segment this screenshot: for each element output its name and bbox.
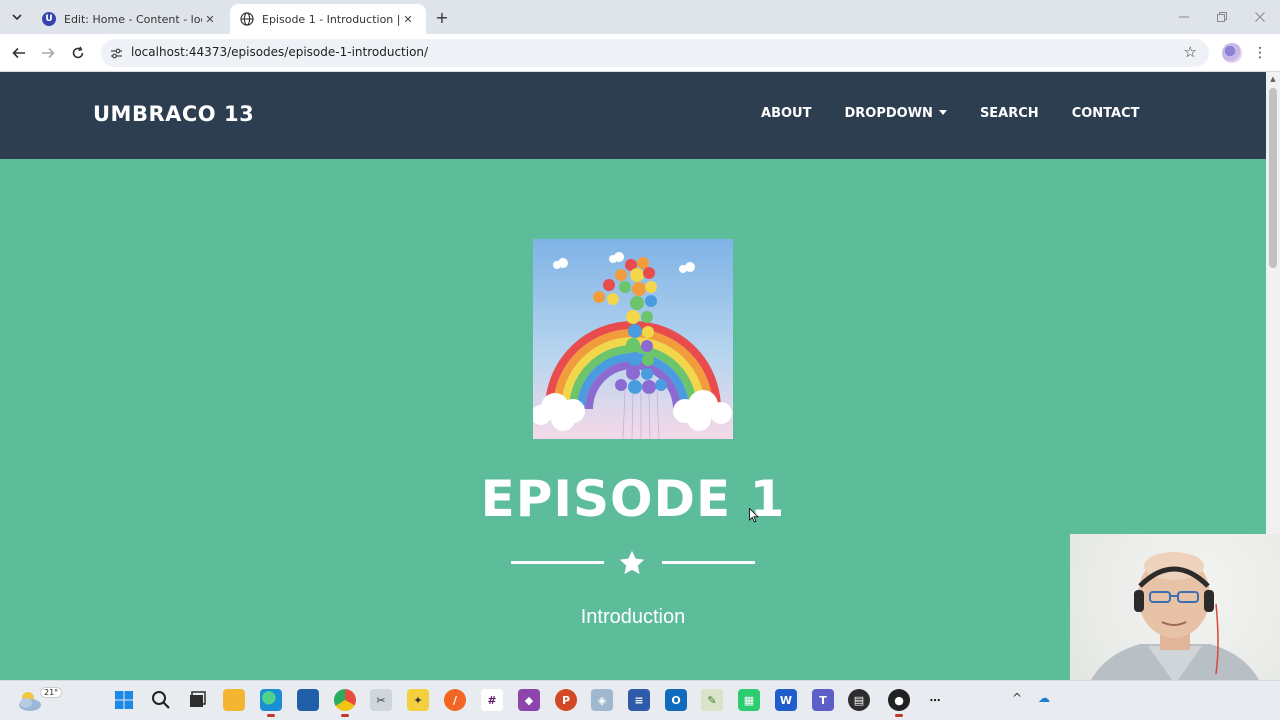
teams-icon[interactable]: T bbox=[812, 689, 834, 711]
chrome-icon[interactable] bbox=[334, 689, 356, 717]
visual-studio-icon[interactable]: ◆ bbox=[518, 689, 540, 711]
profile-avatar[interactable] bbox=[1222, 43, 1242, 63]
minimize-icon[interactable] bbox=[1174, 8, 1194, 26]
powerpoint-icon[interactable]: P bbox=[555, 689, 577, 711]
tab-title: Edit: Home - Content - localhost bbox=[64, 12, 202, 26]
windows-taskbar: 21° ✂ ✦ / # ◆ P ◈ ≡ O ✎ ▦ W T ▤ ● ⋯ ^ ☁ bbox=[0, 680, 1280, 720]
onedrive-cloud-icon[interactable]: ☁ bbox=[1038, 691, 1050, 705]
outlook-icon[interactable]: O bbox=[665, 689, 687, 711]
app-icon[interactable]: ▦ bbox=[738, 689, 760, 711]
tray-chevron-up-icon[interactable]: ^ bbox=[1012, 691, 1022, 705]
caret-down-icon bbox=[938, 110, 947, 115]
tab-title: Episode 1 - Introduction | Umbraco 13 bbox=[262, 12, 400, 26]
weather-temperature: 21° bbox=[40, 687, 63, 698]
nav-about[interactable]: ABOUT bbox=[745, 106, 828, 121]
mouse-cursor-icon bbox=[749, 508, 759, 523]
nav-dropdown[interactable]: DROPDOWN bbox=[828, 106, 963, 121]
site-info-icon[interactable] bbox=[108, 45, 124, 61]
nav-contact[interactable]: CONTACT bbox=[1055, 106, 1156, 121]
windows-start-icon[interactable] bbox=[113, 689, 135, 711]
episode-masthead-image bbox=[533, 239, 733, 439]
reload-icon[interactable] bbox=[67, 42, 89, 64]
restore-icon[interactable] bbox=[1212, 8, 1232, 26]
address-bar[interactable]: localhost:44373/episodes/episode-1-intro… bbox=[101, 39, 1209, 67]
site-brand[interactable]: UMBRACO 13 bbox=[93, 102, 254, 126]
browser-tab-episode-1[interactable]: Episode 1 - Introduction | Umbraco 13 ✕ bbox=[230, 4, 426, 34]
browser-menu-icon[interactable]: ⋮ bbox=[1252, 43, 1268, 63]
nav-dropdown-label: DROPDOWN bbox=[844, 106, 933, 121]
word-icon[interactable]: W bbox=[775, 689, 797, 711]
slack-icon[interactable]: # bbox=[481, 689, 503, 711]
star-divider bbox=[511, 549, 755, 579]
window-close-icon[interactable] bbox=[1250, 8, 1270, 26]
forward-arrow-icon[interactable] bbox=[37, 42, 59, 64]
app-icon[interactable]: ✦ bbox=[407, 689, 429, 711]
tab-search-chevron-down-icon[interactable] bbox=[6, 6, 28, 28]
app-icon[interactable]: / bbox=[444, 689, 466, 711]
edge-browser-icon[interactable] bbox=[260, 689, 282, 717]
new-tab-plus-icon[interactable]: + bbox=[432, 7, 452, 27]
nav-search[interactable]: SEARCH bbox=[963, 106, 1055, 121]
globe-icon bbox=[240, 12, 254, 26]
search-icon[interactable] bbox=[150, 689, 172, 711]
browser-tab-strip: U Edit: Home - Content - localhost ✕ Epi… bbox=[0, 0, 1280, 34]
browser-toolbar: localhost:44373/episodes/episode-1-intro… bbox=[0, 34, 1280, 72]
star-icon bbox=[619, 550, 645, 575]
browser-tab-edit-home[interactable]: U Edit: Home - Content - localhost ✕ bbox=[32, 4, 228, 34]
divider-line bbox=[511, 561, 604, 564]
divider-line bbox=[662, 561, 755, 564]
app-icon[interactable]: ▤ bbox=[848, 689, 870, 711]
bookmark-star-icon[interactable]: ☆ bbox=[1184, 43, 1197, 61]
more-apps-icon[interactable]: ⋯ bbox=[924, 689, 946, 711]
file-explorer-icon[interactable] bbox=[223, 689, 245, 711]
episode-title: EPISODE 1 bbox=[480, 470, 786, 528]
scroll-up-arrow-icon[interactable]: ▲ bbox=[1266, 72, 1280, 86]
site-navbar: UMBRACO 13 ABOUT DROPDOWN SEARCH CONTACT bbox=[0, 72, 1266, 159]
app-icon[interactable]: ◈ bbox=[591, 689, 613, 711]
store-icon[interactable] bbox=[297, 689, 319, 711]
scroll-thumb[interactable] bbox=[1269, 88, 1277, 268]
azure-data-studio-icon[interactable]: ≡ bbox=[628, 689, 650, 711]
umbraco-logo-icon: U bbox=[42, 12, 56, 26]
tab-close-icon[interactable]: ✕ bbox=[202, 13, 218, 26]
weather-widget[interactable]: 21° bbox=[14, 685, 63, 715]
snipping-tool-icon[interactable]: ✂ bbox=[370, 689, 392, 711]
app-icon[interactable]: ✎ bbox=[701, 689, 723, 711]
tab-close-icon[interactable]: ✕ bbox=[400, 13, 416, 26]
task-view-icon[interactable] bbox=[186, 689, 208, 711]
obs-icon[interactable]: ● bbox=[888, 689, 910, 717]
back-arrow-icon[interactable] bbox=[8, 42, 30, 64]
site-nav-links: ABOUT DROPDOWN SEARCH CONTACT bbox=[745, 106, 1156, 121]
url-text[interactable]: localhost:44373/episodes/episode-1-intro… bbox=[131, 45, 428, 59]
